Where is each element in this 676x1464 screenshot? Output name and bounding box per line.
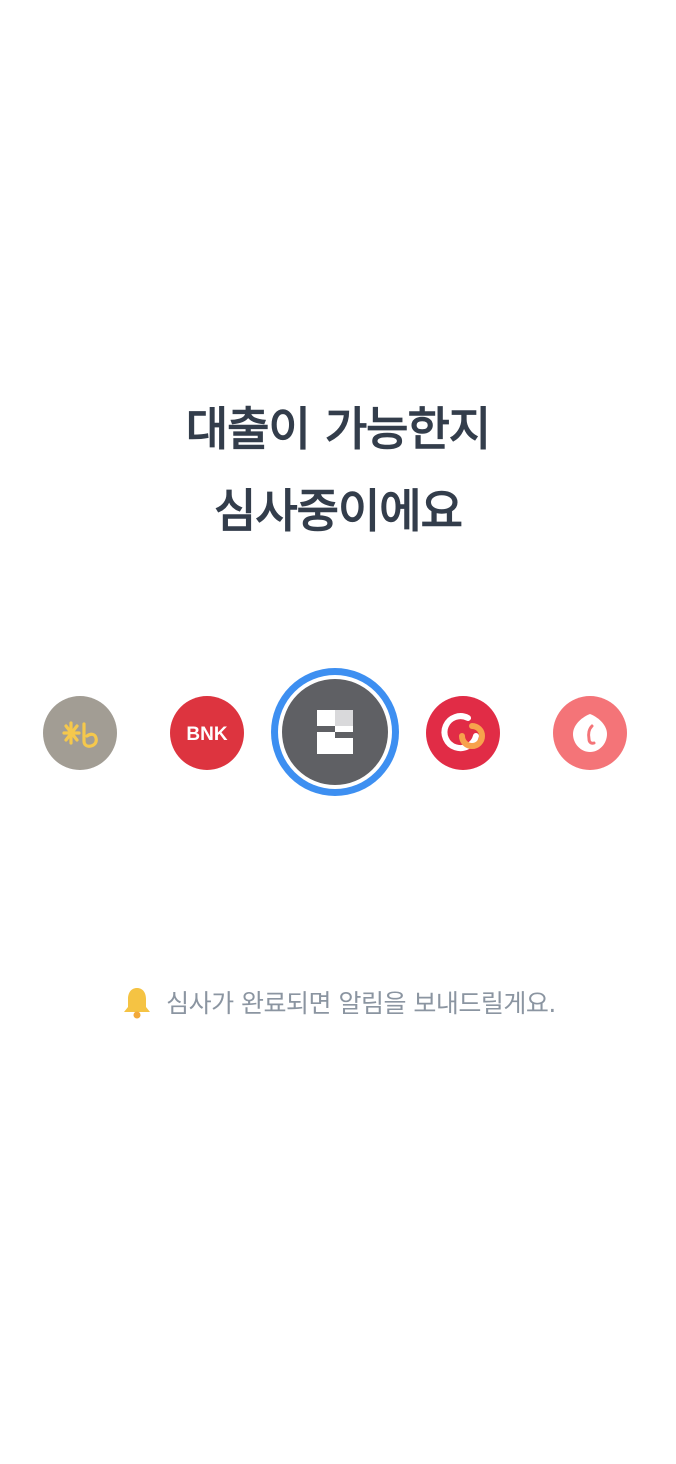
notice-text: 심사가 완료되면 알림을 보내드릴게요. (166, 989, 556, 1018)
page-title: 대출이 가능한지 심사중이에요 (0, 388, 676, 552)
title-line-1: 대출이 가능한지 (185, 402, 491, 456)
loan-review-screen: 대출이 가능한지 심사중이에요 BNK 심사가 완료되면 알림을 보내드릴게요. (0, 0, 676, 1464)
woori-logo-icon (441, 713, 485, 752)
bank-bnk-logo: BNK (170, 696, 244, 770)
bank-kb-logo (43, 696, 117, 770)
bnk-logo-text: BNK (186, 724, 227, 745)
bank-woori-logo (426, 696, 500, 770)
bank-selected-logo (282, 679, 388, 785)
bell-icon (124, 988, 151, 1019)
bank-lotte-logo (553, 696, 627, 770)
bnk-logo-icon: BNK (186, 724, 227, 745)
kb-logo-icon (62, 721, 98, 748)
lotte-logo-icon (573, 714, 607, 752)
notification-notice: 심사가 완료되면 알림을 보내드릴게요. (0, 980, 676, 1024)
bank-logo-icon (317, 710, 353, 754)
bank-logo-carousel: BNK (0, 668, 676, 798)
title-line-2: 심사중이에요 (214, 484, 463, 538)
